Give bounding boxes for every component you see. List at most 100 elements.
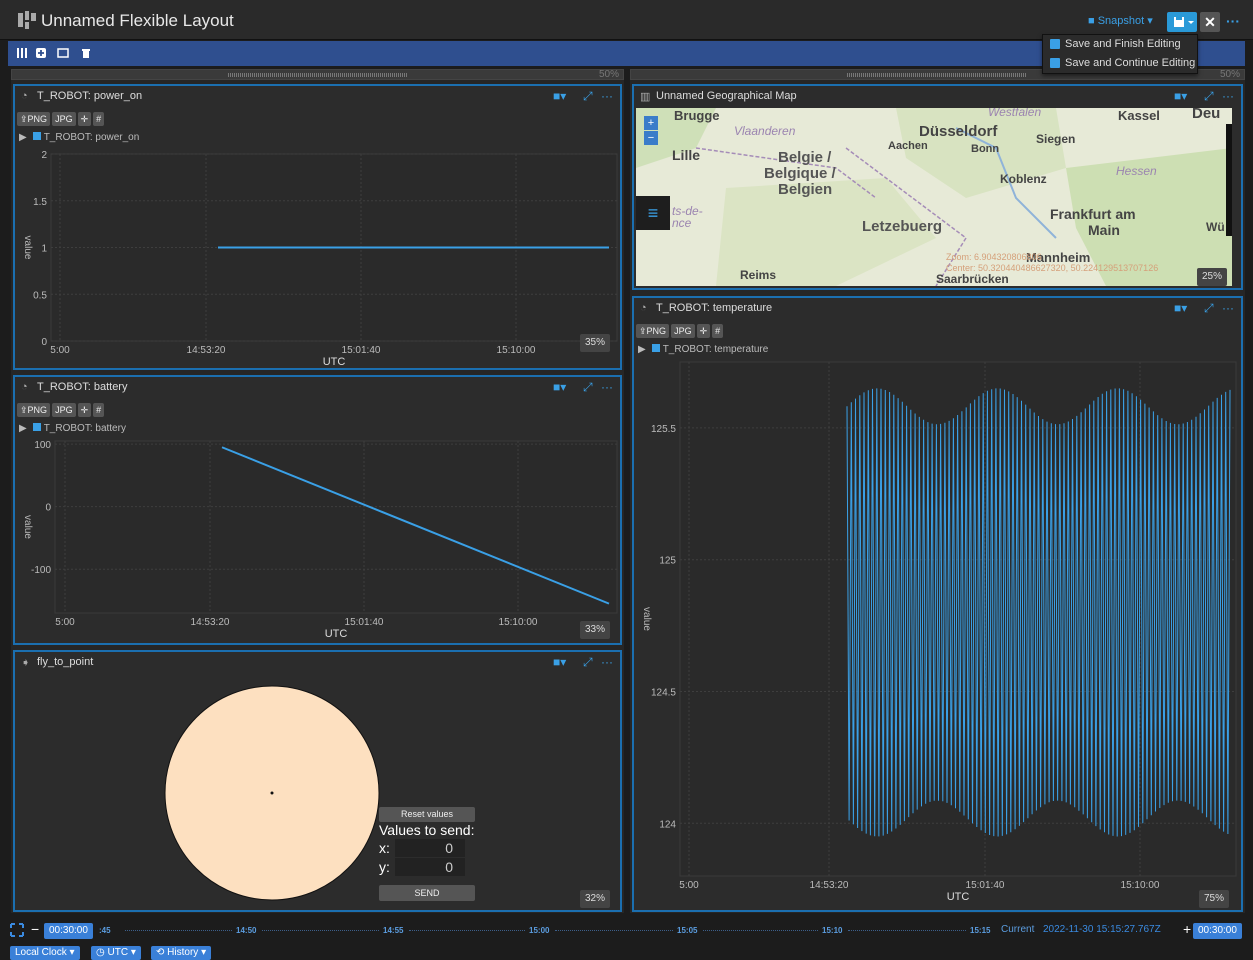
map-place-label: Vlaanderen bbox=[734, 124, 796, 138]
x-field[interactable]: 0 bbox=[395, 839, 465, 857]
duration-right[interactable]: 00:30:00 bbox=[1193, 923, 1242, 939]
legend[interactable]: ▶ T_ROBOT: battery bbox=[19, 423, 126, 434]
map-scrollbar[interactable] bbox=[1226, 124, 1232, 236]
legend[interactable]: ▶ T_ROBOT: power_on bbox=[19, 132, 139, 143]
close-button[interactable]: ✕ bbox=[1200, 12, 1220, 32]
timeline-tick-label: 15:15 bbox=[970, 926, 991, 935]
more-icon[interactable]: ··· bbox=[1222, 301, 1234, 315]
expand-icon[interactable]: ⤢ bbox=[583, 655, 593, 670]
y-field[interactable]: 0 bbox=[395, 858, 465, 876]
timeline-dots bbox=[703, 930, 818, 931]
map-place-label: Belgien bbox=[778, 181, 833, 198]
expand-icon[interactable]: ⤢ bbox=[1204, 89, 1214, 104]
expand-icon[interactable]: ⤢ bbox=[583, 380, 593, 395]
zoom-out-timeline-button[interactable]: − bbox=[31, 921, 39, 937]
expand-icon[interactable]: ⤢ bbox=[583, 89, 593, 104]
snapshot-icon[interactable]: ■▾ bbox=[553, 655, 566, 669]
more-icon[interactable]: ··· bbox=[601, 89, 613, 103]
map-place-label: Deu bbox=[1192, 108, 1221, 122]
timeline-dots bbox=[848, 930, 966, 931]
legend[interactable]: ▶ T_ROBOT: temperature bbox=[638, 344, 768, 355]
target-pad[interactable] bbox=[163, 684, 381, 902]
legend-label: T_ROBOT: power_on bbox=[43, 132, 140, 143]
zoom-in-timeline-button[interactable]: + bbox=[1183, 921, 1191, 937]
menu-save-continue[interactable]: Save and Continue Editing bbox=[1043, 54, 1197, 73]
clock-icon: ◷ bbox=[96, 947, 108, 958]
target-point bbox=[270, 791, 274, 795]
duration-left[interactable]: 00:30:00 bbox=[44, 923, 93, 939]
map-place-label: Belgique / bbox=[764, 165, 836, 182]
snapshot-icon[interactable]: ■▾ bbox=[553, 380, 566, 394]
more-icon[interactable]: ··· bbox=[601, 655, 613, 669]
layout-title[interactable]: Unnamed Flexible Layout bbox=[41, 11, 234, 31]
grid-icon[interactable]: # bbox=[93, 403, 105, 417]
snapshot-label: Snapshot bbox=[1097, 15, 1145, 27]
crosshair-icon[interactable]: ✛ bbox=[696, 324, 711, 338]
panel-battery: ◔ T_ROBOT: battery ■▾ ⤢ ··· ⇪PNG JPG ✛ # ▶ T… bbox=[13, 375, 622, 645]
crosshair-icon[interactable]: ✛ bbox=[77, 112, 92, 126]
export-png-button[interactable]: ⇪PNG bbox=[17, 112, 51, 126]
map-place-label: Bonn bbox=[971, 143, 1000, 155]
menu-save-finish[interactable]: Save and Finish Editing bbox=[1043, 35, 1197, 54]
current-time: 2022-11-30 15:15:27.767Z bbox=[1043, 924, 1161, 935]
trash-icon[interactable] bbox=[80, 47, 92, 59]
y-tick-label: -100 bbox=[31, 565, 51, 576]
more-icon[interactable]: ··· bbox=[1222, 89, 1234, 103]
send-button[interactable]: SEND bbox=[379, 885, 475, 901]
crosshair-icon[interactable]: ✛ bbox=[77, 403, 92, 417]
x-tick-label: 15:10:00 bbox=[1121, 880, 1160, 891]
timezone-select[interactable]: ◷ UTC ▾ bbox=[91, 946, 141, 960]
panel-fly-to-point: ➧ fly_to_point ■▾ ⤢ ··· Reset values Val… bbox=[13, 650, 622, 912]
expand-icon[interactable]: ⤢ bbox=[1204, 301, 1214, 316]
export-png-button[interactable]: ⇪PNG bbox=[636, 324, 670, 338]
power-on-chart[interactable]: 5:00 14:53:20 15:01:40 15:10:00 UTC value 0 0.5… bbox=[15, 144, 620, 366]
snapshot-icon[interactable]: ■▾ bbox=[553, 89, 566, 103]
y-axis-label: value bbox=[22, 236, 33, 260]
add-frame-icon[interactable] bbox=[35, 47, 47, 59]
frame-icon[interactable] bbox=[57, 47, 69, 59]
clock-select[interactable]: Local Clock ▾ bbox=[10, 946, 80, 960]
panel-height-pct: 75% bbox=[1199, 890, 1229, 908]
x-tick-label: 5:00 bbox=[679, 880, 699, 891]
panel-title[interactable]: T_ROBOT: power_on bbox=[37, 90, 142, 102]
panel-title[interactable]: fly_to_point bbox=[37, 656, 93, 668]
temperature-chart[interactable]: 5:00 14:53:20 15:01:40 15:10:00 UTC value 125.… bbox=[634, 358, 1241, 910]
panel-title[interactable]: T_ROBOT: battery bbox=[37, 381, 127, 393]
map-center-info: Center: 50.320440486627320, 50.224129513… bbox=[946, 263, 1159, 273]
map-place-label: Hessen bbox=[1116, 164, 1157, 178]
export-jpg-button[interactable]: JPG bbox=[52, 403, 76, 417]
more-icon[interactable]: ··· bbox=[1226, 13, 1240, 29]
save-button[interactable] bbox=[1167, 12, 1197, 32]
snapshot-icon[interactable]: ■▾ bbox=[1174, 301, 1187, 315]
export-png-button[interactable]: ⇪PNG bbox=[17, 403, 51, 417]
x-tick-label: 15:10:00 bbox=[499, 617, 538, 628]
more-icon[interactable]: ··· bbox=[601, 380, 613, 394]
grid-icon[interactable]: # bbox=[93, 112, 105, 126]
grid-icon[interactable]: # bbox=[712, 324, 724, 338]
panel-map: ▥ Unnamed Geographical Map ■▾ ⤢ ··· Brug… bbox=[632, 84, 1243, 290]
grip-icon bbox=[847, 73, 1027, 77]
battery-chart[interactable]: 5:00 14:53:20 15:01:40 15:10:00 UTC value 100 0… bbox=[15, 435, 620, 641]
save-menu: Save and Finish Editing Save and Continu… bbox=[1042, 34, 1198, 74]
zoom-out-button[interactable]: − bbox=[644, 131, 658, 145]
column-width-pct: 50% bbox=[598, 69, 619, 80]
export-jpg-button[interactable]: JPG bbox=[52, 112, 76, 126]
snapshot-icon[interactable]: ■▾ bbox=[1174, 89, 1187, 103]
map-menu-icon[interactable]: ≡ bbox=[636, 196, 670, 230]
panel-title[interactable]: T_ROBOT: temperature bbox=[656, 302, 772, 314]
reset-values-button[interactable]: Reset values bbox=[379, 807, 475, 822]
snapshot-button[interactable]: ■ Snapshot ▾ bbox=[1088, 14, 1153, 27]
map-place-label: Main bbox=[1088, 222, 1120, 238]
panel-title[interactable]: Unnamed Geographical Map bbox=[656, 90, 797, 102]
history-select[interactable]: ⟲ History ▾ bbox=[151, 946, 212, 960]
menu-item-label: Save and Finish Editing bbox=[1065, 38, 1181, 50]
plot-area: 5:00 14:53:20 15:01:40 15:10:00 UTC value 100 0… bbox=[22, 440, 618, 640]
x-tick-label: 5:00 bbox=[50, 345, 70, 356]
left-column-resize-handle[interactable]: 50% bbox=[11, 69, 624, 80]
columns-icon[interactable] bbox=[16, 47, 28, 59]
fit-icon[interactable] bbox=[10, 923, 24, 937]
map-view[interactable]: Brugge Vlaanderen Düsseldorf Westfalen K… bbox=[636, 108, 1232, 286]
zoom-in-button[interactable]: + bbox=[644, 116, 658, 130]
export-jpg-button[interactable]: JPG bbox=[671, 324, 695, 338]
telemetry-icon: ◔ bbox=[21, 381, 28, 393]
